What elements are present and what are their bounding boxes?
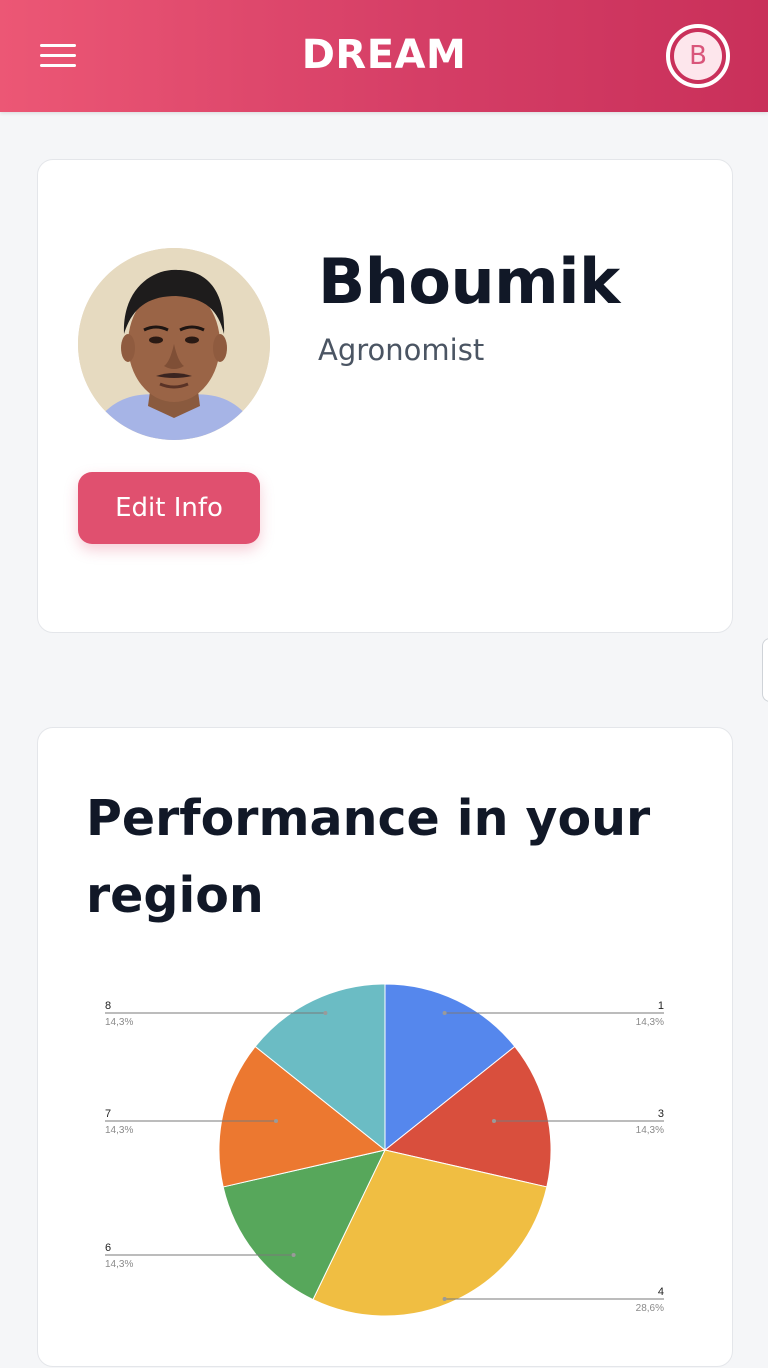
pie-label-3: 3 <box>658 1108 664 1120</box>
profile-name: Bhoumik <box>318 245 620 318</box>
app-title: DREAM <box>301 32 467 78</box>
performance-card: Performance in your region 1 14,3% 3 14,3% 4… <box>37 727 733 1367</box>
pie-slices <box>218 983 552 1317</box>
side-drawer-handle[interactable] <box>762 638 768 702</box>
pie-label-4: 4 <box>658 1286 664 1298</box>
pie-percent-7: 14,3% <box>105 1125 133 1136</box>
pie-percent-4: 28,6% <box>636 1303 664 1314</box>
region-pie-chart: 1 14,3% 3 14,3% 4 28,6% 6 14,3% 7 14,3% 8 14,3% <box>105 983 664 1317</box>
pie-percent-3: 14,3% <box>636 1125 664 1136</box>
pie-label-8: 8 <box>105 1000 111 1012</box>
profile-photo-illustration <box>78 248 270 440</box>
pie-leader-dot-3 <box>492 1119 496 1123</box>
pie-percent-1: 14,3% <box>636 1017 664 1028</box>
profile-card: Bhoumik Agronomist Edit Info <box>37 159 733 633</box>
profile-photo <box>78 248 270 440</box>
pie-leader-dot-1 <box>442 1011 447 1015</box>
profile-role: Agronomist <box>318 333 485 367</box>
pie-percent-6: 14,3% <box>105 1259 133 1270</box>
edit-info-button[interactable]: Edit Info <box>78 472 260 544</box>
user-avatar-initial: B <box>674 32 722 80</box>
pie-label-1: 1 <box>658 1000 664 1012</box>
pie-leader-dot-4 <box>442 1297 447 1301</box>
pie-label-7: 7 <box>105 1108 111 1120</box>
pie-label-6: 6 <box>105 1242 111 1254</box>
pie-percent-8: 14,3% <box>105 1017 133 1028</box>
user-avatar-button[interactable]: B <box>666 24 730 88</box>
top-app-bar: DREAM B <box>0 0 768 112</box>
pie-leader-dot-7 <box>274 1119 278 1123</box>
pie-leader-dot-6 <box>291 1253 296 1257</box>
pie-leader-dot-8 <box>323 1011 328 1015</box>
